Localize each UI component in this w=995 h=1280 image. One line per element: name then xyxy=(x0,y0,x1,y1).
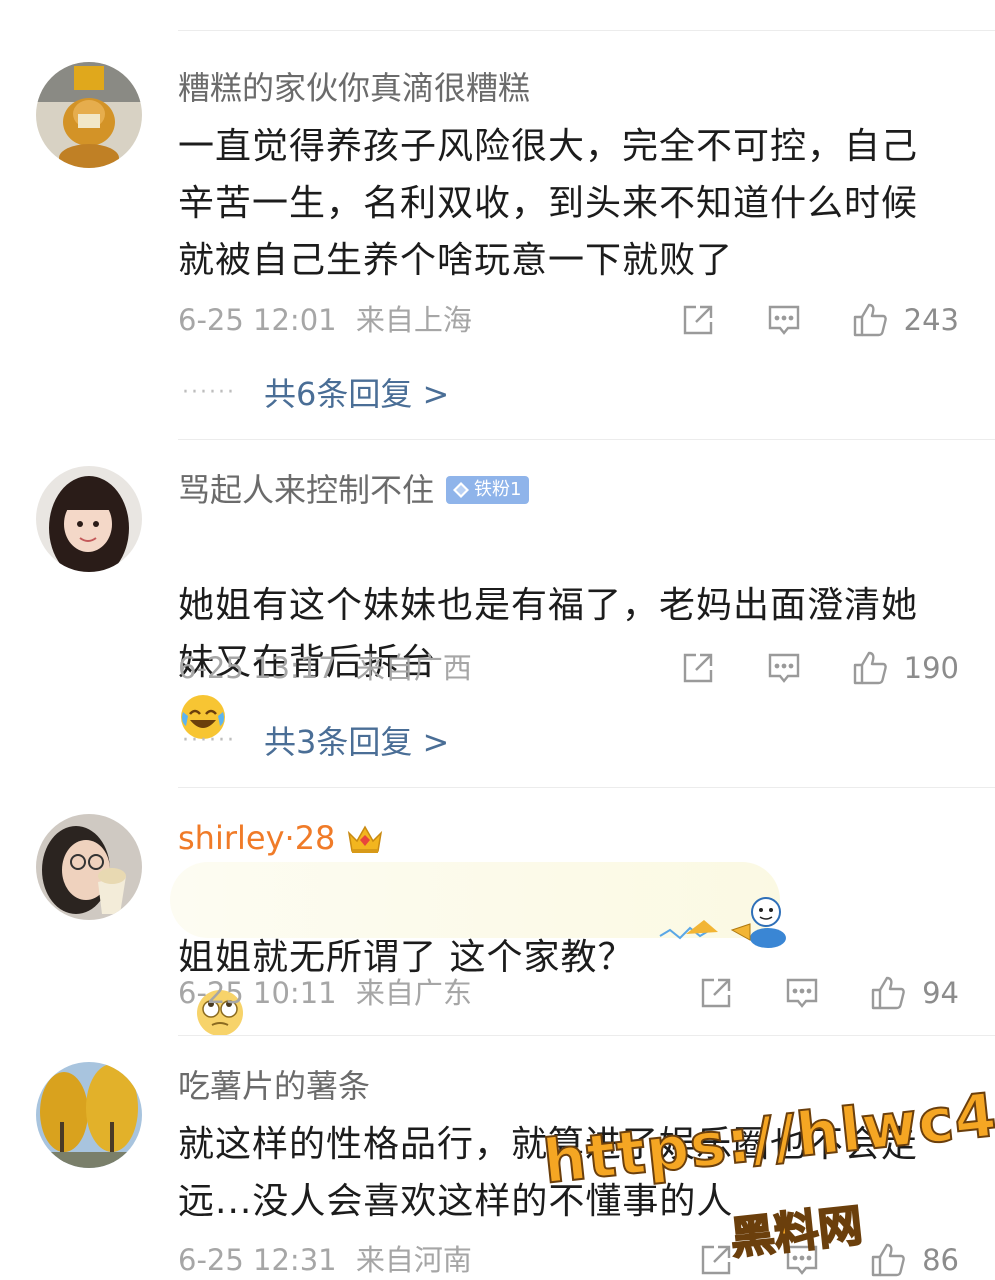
replies-row: ······ 共3条回复 > xyxy=(182,717,449,763)
comment-icon[interactable] xyxy=(784,975,820,1011)
thumbs-up-icon[interactable] xyxy=(870,975,906,1011)
dots-divider: ······ xyxy=(182,379,236,405)
watermark-site: 黑料网 xyxy=(727,1199,866,1266)
replies-row: ······ 共6条回复 > xyxy=(182,369,449,415)
avatar[interactable] xyxy=(36,466,142,572)
username-text: 骂起人来控制不住 xyxy=(178,471,435,509)
divider xyxy=(178,787,995,788)
username[interactable]: shirley·28 xyxy=(178,818,385,858)
share-icon[interactable] xyxy=(680,650,716,686)
top-divider xyxy=(178,30,995,31)
comment-date: 6-25 12:31 xyxy=(178,1243,337,1277)
view-replies-link[interactable]: 共3条回复 > xyxy=(264,717,449,763)
avatar[interactable] xyxy=(36,1062,142,1168)
comment-date: 6-25 13:17 xyxy=(178,651,337,685)
comment-meta: 6-25 12:01 来自上海 xyxy=(178,300,472,340)
comment-location: 来自上海 xyxy=(355,303,472,337)
like-count: 94 xyxy=(922,976,959,1010)
username[interactable]: 糟糕的家伙你真滴很糟糕 xyxy=(178,68,530,108)
avatar[interactable] xyxy=(36,62,142,168)
like-count: 243 xyxy=(903,303,959,337)
comment-location: 来自广西 xyxy=(355,651,472,685)
comment-location: 来自广东 xyxy=(355,976,472,1010)
username-text: shirley·28 xyxy=(178,819,336,857)
comment-icon[interactable] xyxy=(766,650,802,686)
view-replies-link[interactable]: 共6条回复 > xyxy=(264,369,449,415)
thumbs-up-icon[interactable] xyxy=(852,302,888,338)
comment-actions: 190 xyxy=(680,648,959,688)
divider xyxy=(178,439,995,440)
comment-meta: 6-25 13:17 来自广西 xyxy=(178,648,472,688)
username[interactable]: 吃薯片的薯条 xyxy=(178,1066,370,1106)
comment-text-content: 姐姐就无所谓了 这个家教？ xyxy=(178,937,635,978)
comment-actions: 243 xyxy=(680,300,959,340)
comment-meta: 6-25 10:11 来自广东 xyxy=(178,973,472,1013)
dots-divider: ······ xyxy=(182,727,236,753)
comment-date: 6-25 12:01 xyxy=(178,303,337,337)
badge-label: 铁粉1 xyxy=(474,479,522,500)
comment-meta: 6-25 12:31 来自河南 xyxy=(178,1240,472,1280)
thumbs-up-icon[interactable] xyxy=(870,1242,906,1278)
share-icon[interactable] xyxy=(698,975,734,1011)
comment-text: 她姐有这个妹妹也是有福了，老妈出面澄清她 妹又在背后拆台 xyxy=(178,520,958,748)
share-icon[interactable] xyxy=(698,1242,734,1278)
divider xyxy=(178,1035,995,1036)
sticker-character-icon xyxy=(659,897,786,948)
comment-location: 来自河南 xyxy=(355,1243,472,1277)
avatar[interactable] xyxy=(36,814,142,920)
crown-icon xyxy=(348,825,383,853)
like-count: 86 xyxy=(922,1243,959,1277)
fan-badge[interactable]: 铁粉1 xyxy=(446,476,530,504)
comment-actions: 94 xyxy=(698,973,959,1013)
thumbs-up-icon[interactable] xyxy=(852,650,888,686)
diamond-icon xyxy=(453,482,470,498)
comment-text: 一直觉得养孩子风险很大，完全不可控，自己 辛苦一生，名利双收，到头来不知道什么时… xyxy=(178,126,919,281)
username[interactable]: 骂起人来控制不住 铁粉1 xyxy=(178,470,530,510)
comment-date: 6-25 10:11 xyxy=(178,976,337,1010)
like-count: 190 xyxy=(903,651,959,685)
comment-text: 姐姐就无所谓了 这个家教？ xyxy=(178,872,958,1043)
comment-icon[interactable] xyxy=(766,302,802,338)
share-icon[interactable] xyxy=(680,302,716,338)
